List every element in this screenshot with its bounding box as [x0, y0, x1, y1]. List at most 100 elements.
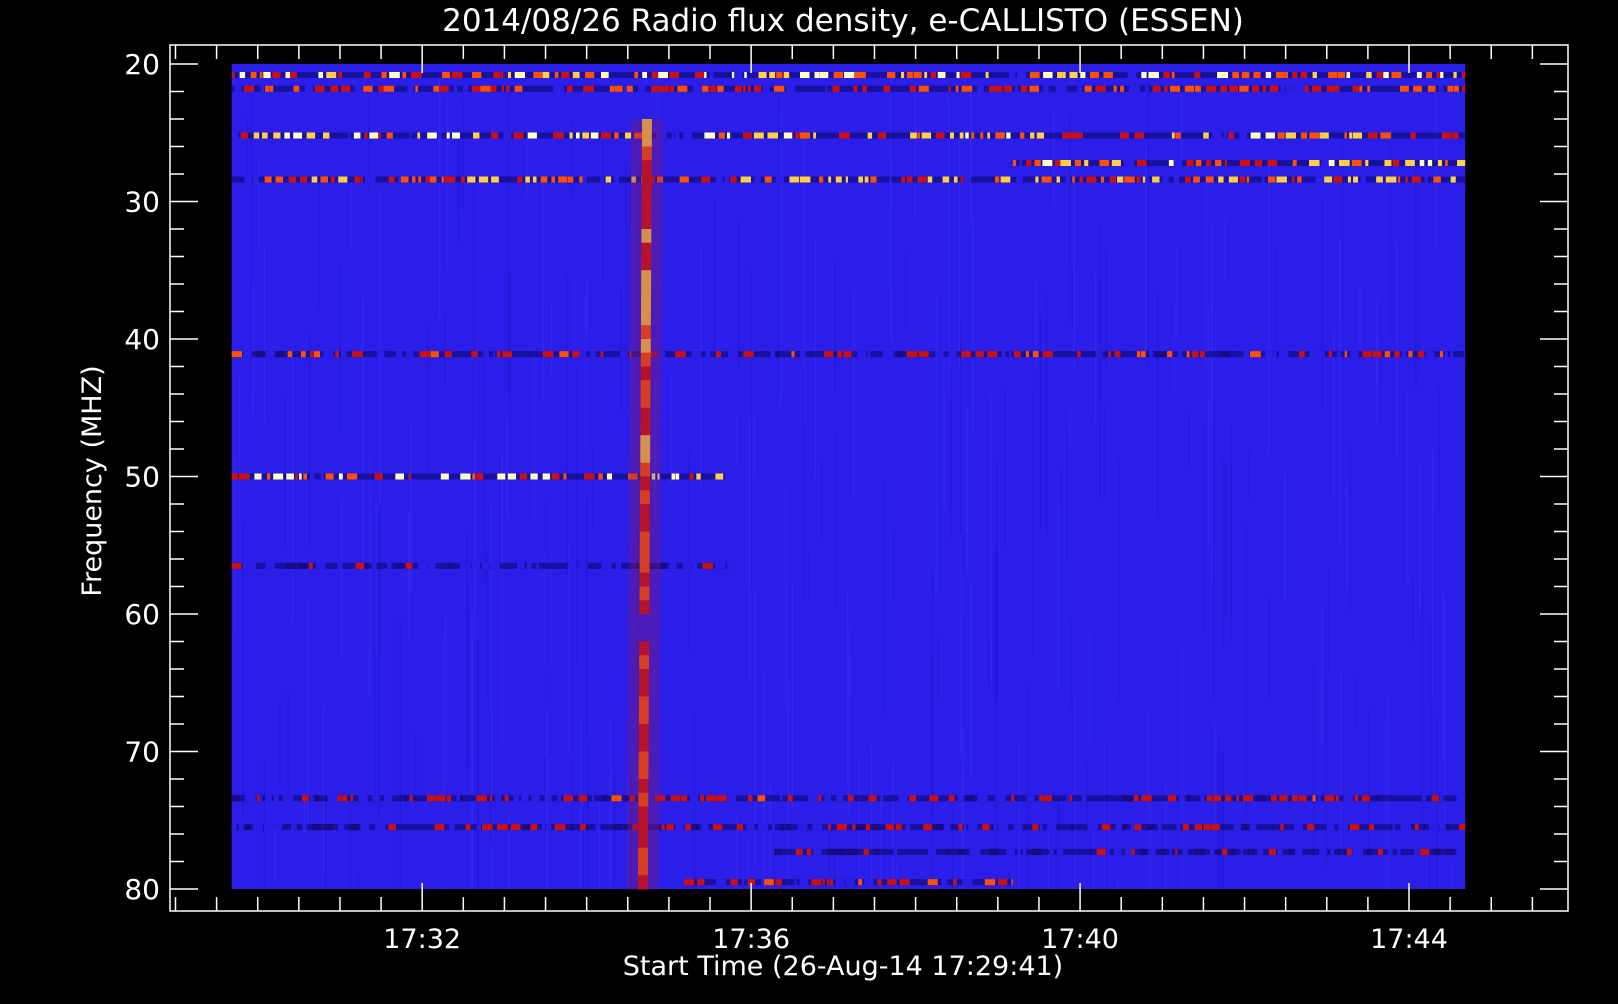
x-tick-label: 17:32 — [383, 924, 461, 955]
y-tick-label: 20 — [124, 48, 160, 81]
band-segment — [1136, 351, 1141, 358]
band-segment — [906, 351, 918, 358]
band-segment — [1125, 848, 1132, 855]
band-segment — [563, 473, 567, 480]
noise-streak — [1345, 483, 1348, 587]
band-segment — [1438, 85, 1444, 92]
band-segment — [1324, 176, 1333, 183]
noise-streak — [586, 279, 588, 334]
band-segment — [337, 562, 343, 569]
noise-streak — [580, 718, 582, 889]
band-segment — [899, 879, 910, 886]
band-segment — [675, 132, 680, 139]
burst-halo — [630, 201, 663, 216]
band-segment — [705, 351, 711, 358]
band-segment — [527, 132, 537, 139]
chart-title: 2014/08/26 Radio flux density, e-CALLIST… — [442, 3, 1244, 39]
band-segment — [253, 132, 260, 139]
band-segment — [428, 562, 436, 569]
band-segment — [1366, 72, 1372, 78]
band-segment — [661, 824, 665, 831]
band-segment — [1042, 85, 1049, 92]
band-segment — [433, 85, 440, 92]
band-segment — [1122, 795, 1132, 802]
band-segment — [551, 176, 556, 183]
band-segment — [1016, 72, 1026, 78]
band-segment — [1113, 85, 1117, 92]
noise-streak — [444, 615, 447, 786]
band-segment — [476, 473, 484, 480]
noise-streak — [762, 672, 765, 889]
band-segment — [478, 176, 489, 183]
band-segment — [680, 795, 688, 802]
noise-streak — [307, 596, 309, 824]
noise-streak — [533, 348, 536, 522]
noise-streak — [779, 109, 782, 405]
band-segment — [917, 132, 921, 139]
band-segment — [461, 176, 465, 183]
band-segment — [1182, 824, 1189, 831]
band-segment — [1114, 351, 1121, 358]
band-segment — [1146, 824, 1154, 831]
band-segment — [927, 879, 938, 886]
noise-streak — [996, 459, 998, 700]
band-segment — [276, 351, 284, 358]
band-segment — [360, 176, 363, 183]
band-segment — [352, 351, 363, 358]
band-segment — [715, 351, 721, 358]
burst-halo — [627, 861, 659, 876]
band-segment — [1441, 132, 1452, 139]
band-segment — [261, 132, 268, 139]
band-segment — [1220, 85, 1228, 92]
band-segment — [1338, 824, 1348, 831]
band-segment — [945, 848, 952, 855]
burst-halo — [627, 765, 660, 780]
band-segment — [1280, 824, 1284, 831]
noise-streak — [748, 417, 751, 685]
band-segment — [1184, 176, 1191, 183]
band-segment — [1328, 351, 1333, 358]
band-segment — [407, 85, 414, 92]
band-segment — [1397, 848, 1401, 855]
band-segment — [476, 795, 487, 802]
band-segment — [231, 351, 243, 358]
band-segment — [1384, 351, 1391, 358]
y-tick-label: 30 — [124, 186, 160, 219]
band-segment — [901, 72, 905, 78]
band-segment — [1186, 351, 1190, 358]
noise-streak — [1188, 413, 1190, 467]
burst-halo — [631, 146, 663, 161]
band-segment — [1308, 160, 1320, 166]
band-segment — [303, 473, 308, 480]
noise-streak — [602, 139, 604, 280]
noise-streak — [1418, 166, 1421, 372]
band-segment — [1372, 351, 1382, 358]
noise-streak — [853, 288, 855, 498]
band-segment — [567, 176, 574, 183]
band-segment — [1291, 795, 1299, 802]
noise-streak — [1069, 619, 1072, 709]
noise-streak — [848, 627, 851, 819]
band-segment — [265, 85, 270, 92]
band-segment — [1265, 132, 1275, 139]
band-segment — [1136, 176, 1141, 183]
band-segment — [1229, 848, 1236, 855]
band-segment — [868, 795, 877, 802]
band-segment — [889, 176, 892, 183]
band-segment — [1193, 848, 1205, 855]
band-segment — [320, 473, 324, 480]
noise-streak — [969, 580, 972, 776]
band-segment — [314, 85, 325, 92]
band-segment — [1055, 85, 1067, 92]
band-segment — [572, 72, 580, 78]
band-segment — [1032, 351, 1039, 358]
band-segment — [1129, 85, 1140, 92]
band-segment — [977, 85, 984, 92]
band-segment — [1344, 848, 1347, 855]
band-segment — [689, 795, 699, 802]
noise-streak — [1069, 403, 1071, 449]
band-segment — [1439, 824, 1446, 831]
noise-streak — [1105, 745, 1107, 889]
band-segment — [313, 351, 320, 358]
band-segment — [426, 795, 437, 802]
